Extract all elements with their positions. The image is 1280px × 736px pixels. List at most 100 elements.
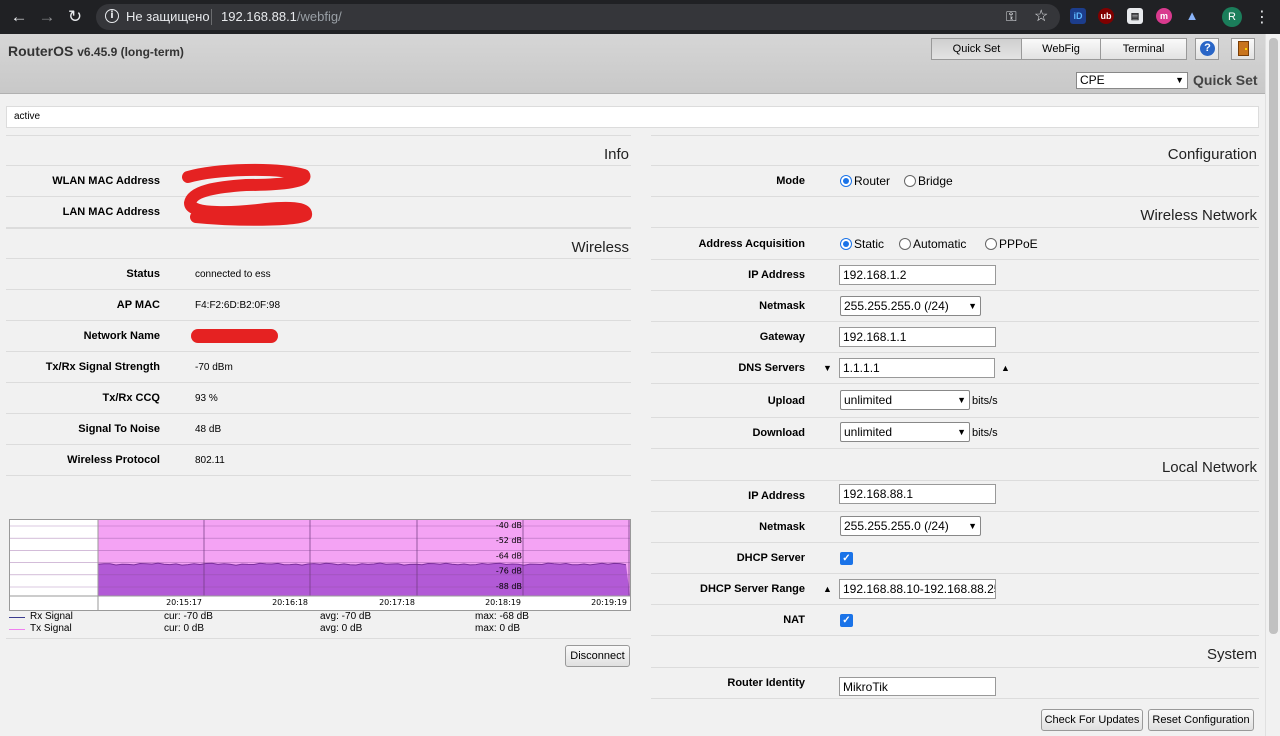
dns-collapse-icon[interactable]: ▼	[823, 353, 832, 384]
quickset-mode-select[interactable]: CPE ▼	[1076, 72, 1188, 89]
dns-add-icon[interactable]: ▲	[1001, 353, 1010, 384]
dhcp-server-checkbox[interactable]: ✓	[840, 552, 853, 565]
rx-cur: cur: -70 dB	[164, 611, 213, 622]
tx-legend-swatch	[9, 629, 25, 630]
chevron-down-icon: ▼	[957, 395, 966, 405]
router-identity-row: Router Identity MikroTik	[651, 668, 1259, 699]
nat-checkbox[interactable]: ✓	[840, 614, 853, 627]
wireless-row: Status connected to ess	[6, 259, 631, 290]
x-tick-label: 20:19:19	[591, 598, 627, 607]
key-icon[interactable]: ⚿	[1006, 8, 1017, 25]
logout-button[interactable]	[1231, 38, 1255, 60]
wireless-row-label: Wireless Protocol	[67, 454, 160, 466]
status-bar: active	[6, 106, 1259, 128]
lan-mac-label: LAN MAC Address	[62, 206, 160, 218]
wlan-mac-row: WLAN MAC Address	[6, 166, 631, 197]
gateway-input[interactable]: 192.168.1.1	[839, 327, 996, 347]
quick-set-button[interactable]: Quick Set	[931, 38, 1022, 60]
help-icon: ?	[1200, 41, 1215, 56]
dhcp-server-label: DHCP Server	[736, 552, 805, 564]
network-name-redaction	[191, 329, 278, 343]
browser-toolbar: ← → ↻ i Не защищено 192.168.88.1/webfig/…	[0, 0, 1280, 34]
mode-buttons: Quick Set WebFig Terminal	[931, 38, 1187, 60]
download-label: Download	[752, 427, 805, 439]
upload-label: Upload	[767, 395, 805, 407]
address-bar[interactable]: i Не защищено 192.168.88.1/webfig/ ⚿ ☆	[96, 4, 1060, 30]
mode-bridge-radio[interactable]	[904, 175, 916, 187]
wlan-mac-label: WLAN MAC Address	[52, 175, 160, 187]
menu-icon[interactable]: ⋮	[1254, 6, 1270, 28]
chevron-down-icon: ▼	[968, 301, 977, 311]
x-tick-label: 20:17:18	[379, 598, 415, 607]
help-button[interactable]: ?	[1195, 38, 1219, 60]
extension-triangle-icon[interactable]: ▲	[1184, 8, 1200, 24]
url-path: /webfig/	[296, 9, 342, 24]
wan-netmask-value: 255.255.255.0 (/24)	[844, 299, 949, 313]
mode-router-radio[interactable]	[840, 175, 852, 187]
right-column: Configuration Mode Router Bridge Wireles…	[651, 135, 1259, 735]
signal-graph-svg: -40 dB -52 dB -64 dB -76 dB -88 dB 20:15:17 20…	[10, 520, 630, 610]
lan-mac-row: LAN MAC Address	[6, 197, 631, 228]
lan-netmask-select[interactable]: 255.255.255.0 (/24) ▼	[840, 516, 981, 536]
quickset-mode-value: CPE	[1080, 73, 1105, 87]
scrollbar-thumb[interactable]	[1269, 38, 1278, 634]
page-scrollbar[interactable]	[1265, 34, 1280, 736]
disconnect-button[interactable]: Disconnect	[565, 645, 630, 667]
dns-row: DNS Servers ▼ 1.1.1.1 ▲	[651, 353, 1259, 384]
acq-static-radio[interactable]	[840, 238, 852, 250]
wireless-row-value: 93 %	[195, 393, 218, 404]
wireless-row-label: Tx/Rx Signal Strength	[45, 361, 160, 373]
back-icon[interactable]: ←	[8, 6, 30, 28]
avatar[interactable]: R	[1222, 7, 1242, 27]
acq-automatic-label: Automatic	[913, 237, 967, 251]
header-bar: RouterOS v6.45.9 (long-term) Quick Set W…	[0, 34, 1265, 94]
brand: RouterOS v6.45.9 (long-term)	[8, 43, 184, 59]
wan-ip-input[interactable]: 192.168.1.2	[839, 265, 996, 285]
download-value: unlimited	[844, 425, 893, 439]
info-icon[interactable]: i	[105, 9, 119, 23]
wan-netmask-select[interactable]: 255.255.255.0 (/24) ▼	[840, 296, 981, 316]
acq-static-label: Static	[854, 237, 885, 251]
terminal-button[interactable]: Terminal	[1100, 38, 1187, 60]
webfig-button[interactable]: WebFig	[1021, 38, 1101, 60]
left-column: Info WLAN MAC Address LAN MAC Address Wi…	[6, 135, 631, 695]
extension-m-icon[interactable]: m	[1156, 8, 1172, 24]
lan-ip-row: IP Address 192.168.88.1	[651, 481, 1259, 512]
dhcp-range-input[interactable]: 192.168.88.10-192.168.88.254	[839, 579, 996, 599]
lan-netmask-row: Netmask 255.255.255.0 (/24) ▼	[651, 512, 1259, 543]
wireless-row-value: -70 dBm	[195, 362, 233, 373]
reload-icon[interactable]: ↻	[64, 6, 86, 28]
configuration-section-title: Configuration	[651, 135, 1259, 166]
nat-row: NAT ✓	[651, 605, 1259, 636]
lan-ip-input[interactable]: 192.168.88.1	[839, 484, 996, 504]
router-identity-input[interactable]: MikroTik	[839, 677, 996, 696]
extension-doc-icon[interactable]: ▤	[1127, 8, 1143, 24]
tx-cur: cur: 0 dB	[164, 623, 205, 634]
upload-select[interactable]: unlimited ▼	[840, 390, 970, 410]
wireless-row-label: Tx/Rx CCQ	[102, 392, 160, 404]
acq-pppoe-radio[interactable]	[985, 238, 997, 250]
upload-unit: bits/s	[972, 395, 998, 407]
tx-max: max: 0 dB	[475, 623, 521, 634]
y-tick-label: -76 dB	[496, 567, 522, 576]
x-tick-label: 20:16:18	[272, 598, 308, 607]
dns-input[interactable]: 1.1.1.1	[839, 358, 995, 378]
mode-row: Mode Router Bridge	[651, 166, 1259, 197]
extension-id-icon[interactable]: iD	[1070, 8, 1086, 24]
wireless-row: Network Name	[6, 321, 631, 352]
star-icon[interactable]: ☆	[1034, 6, 1048, 26]
forward-icon[interactable]: →	[36, 6, 58, 28]
upload-value: unlimited	[844, 393, 893, 407]
ublock-icon[interactable]: ub	[1098, 8, 1114, 24]
check-updates-button[interactable]: Check For Updates	[1041, 709, 1143, 731]
wireless-row-value: F4:F2:6D:B2:0F:98	[195, 300, 281, 311]
wireless-row-label: Status	[126, 268, 160, 280]
dhcp-range-add-icon[interactable]: ▲	[823, 574, 832, 605]
download-row: Download unlimited ▼ bits/s	[651, 418, 1259, 449]
tx-avg: avg: 0 dB	[320, 623, 363, 634]
dhcp-range-row: DHCP Server Range ▲ 192.168.88.10-192.16…	[651, 574, 1259, 605]
acq-automatic-radio[interactable]	[899, 238, 911, 250]
download-select[interactable]: unlimited ▼	[840, 422, 970, 442]
x-tick-label: 20:18:19	[485, 598, 521, 607]
reset-configuration-button[interactable]: Reset Configuration	[1148, 709, 1254, 731]
